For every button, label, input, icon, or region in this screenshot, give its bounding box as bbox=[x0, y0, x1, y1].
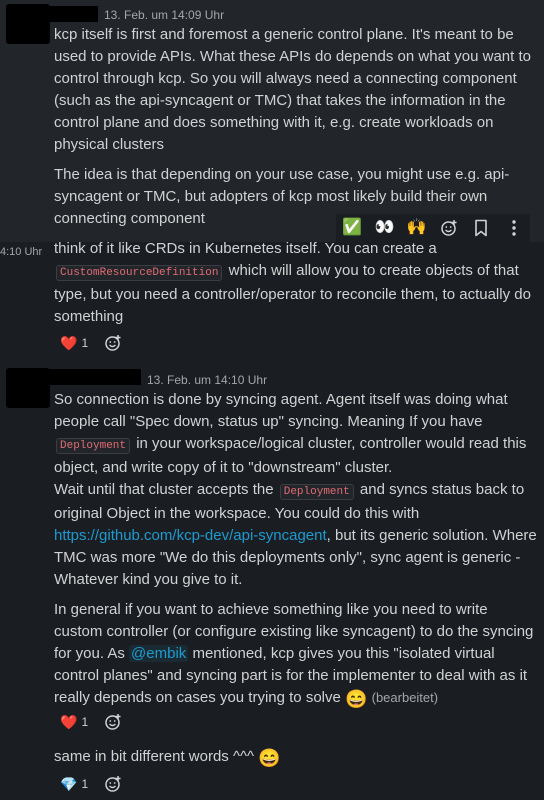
avatar[interactable] bbox=[6, 368, 50, 408]
add-reaction-icon bbox=[440, 219, 458, 237]
user-mention[interactable]: @embik bbox=[129, 645, 189, 662]
add-reaction-button[interactable] bbox=[100, 711, 126, 733]
author-name-redacted[interactable] bbox=[48, 6, 98, 22]
gem-emoji-icon: 💎 bbox=[60, 776, 78, 792]
message-text: think of it like CRDs in Kubernetes itse… bbox=[54, 238, 538, 328]
author-name-redacted[interactable] bbox=[48, 369, 141, 385]
add-reaction-button[interactable] bbox=[100, 773, 126, 795]
paragraph: kcp itself is first and foremost a gener… bbox=[54, 26, 531, 153]
add-reaction-button[interactable] bbox=[100, 332, 126, 354]
reaction-heart[interactable]: ❤️ 1 bbox=[54, 711, 94, 733]
add-reaction-button[interactable] bbox=[435, 216, 463, 240]
message-timestamp[interactable]: 13. Feb. um 14:09 Uhr bbox=[104, 7, 224, 23]
hover-timestamp[interactable]: 4:10 Uhr bbox=[0, 244, 42, 260]
inline-code: Deployment bbox=[279, 484, 354, 500]
avatar[interactable] bbox=[6, 4, 50, 44]
text-segment: mentioned, kcp gives you this "isolated … bbox=[54, 645, 528, 706]
message-timestamp[interactable]: 13. Feb. um 14:10 Uhr bbox=[147, 372, 267, 388]
reactions-bar: ❤️ 1 bbox=[54, 709, 126, 735]
heart-emoji-icon: ❤️ bbox=[60, 335, 78, 351]
reactions-bar: 💎 1 bbox=[54, 771, 126, 797]
grinning-emoji-icon: 😄 bbox=[345, 689, 368, 709]
grinning-emoji-icon: 😄 bbox=[258, 748, 281, 768]
message-2[interactable]: 4:10 Uhr think of it like CRDs in Kubern… bbox=[0, 240, 544, 360]
paragraph: So connection is done by syncing agent. … bbox=[54, 389, 538, 479]
reaction-count: 1 bbox=[81, 777, 89, 791]
message-text: same in bit different words ^^^ 😄 bbox=[54, 746, 538, 769]
text-segment: So connection is done by syncing agent. … bbox=[54, 391, 508, 430]
add-reaction-icon bbox=[104, 713, 122, 731]
reaction-heart[interactable]: ❤️ 1 bbox=[54, 332, 94, 354]
inline-code: CustomResourceDefinition bbox=[56, 265, 223, 281]
reactions-bar: ❤️ 1 bbox=[54, 330, 126, 356]
message-text: kcp itself is first and foremost a gener… bbox=[54, 24, 538, 230]
link-api-syncagent[interactable]: https://github.com/kcp-dev/api-syncagent bbox=[54, 527, 327, 544]
reaction-gem[interactable]: 💎 1 bbox=[54, 773, 94, 795]
text-segment: same in bit different words ^^^ bbox=[54, 748, 255, 765]
paragraph: Wait until that cluster accepts the Depl… bbox=[54, 479, 538, 591]
react-raised-hands-button[interactable]: 🙌 bbox=[403, 216, 431, 240]
text-segment: think of it like CRDs in Kubernetes itse… bbox=[54, 240, 437, 257]
reaction-count: 1 bbox=[81, 715, 89, 729]
eyes-emoji-icon: 👀 bbox=[374, 219, 395, 236]
text-segment: Wait until that cluster accepts the bbox=[54, 481, 274, 498]
message-1[interactable]: 13. Feb. um 14:09 Uhr kcp itself is firs… bbox=[0, 0, 544, 242]
react-eyes-button[interactable]: 👀 bbox=[370, 216, 398, 240]
paragraph: In general if you want to achieve someth… bbox=[54, 599, 538, 710]
react-check-button[interactable]: ✅ bbox=[338, 216, 366, 240]
add-reaction-icon bbox=[104, 334, 122, 352]
more-actions-button[interactable] bbox=[500, 216, 528, 240]
message-text: So connection is done by syncing agent. … bbox=[54, 389, 538, 710]
inline-code: Deployment bbox=[56, 438, 131, 454]
heart-emoji-icon: ❤️ bbox=[60, 714, 78, 730]
raised-hands-emoji-icon: 🙌 bbox=[406, 219, 427, 236]
save-button[interactable] bbox=[467, 216, 495, 240]
more-icon bbox=[511, 219, 517, 237]
reaction-count: 1 bbox=[81, 336, 89, 350]
bookmark-icon bbox=[474, 219, 488, 237]
message-4[interactable]: same in bit different words ^^^ 😄 💎 1 bbox=[0, 740, 544, 800]
edited-label: (bearbeitet) bbox=[371, 690, 439, 705]
check-emoji-icon: ✅ bbox=[342, 219, 363, 236]
message-3[interactable]: 13. Feb. um 14:10 Uhr So connection is d… bbox=[0, 364, 544, 740]
add-reaction-icon bbox=[104, 775, 122, 793]
